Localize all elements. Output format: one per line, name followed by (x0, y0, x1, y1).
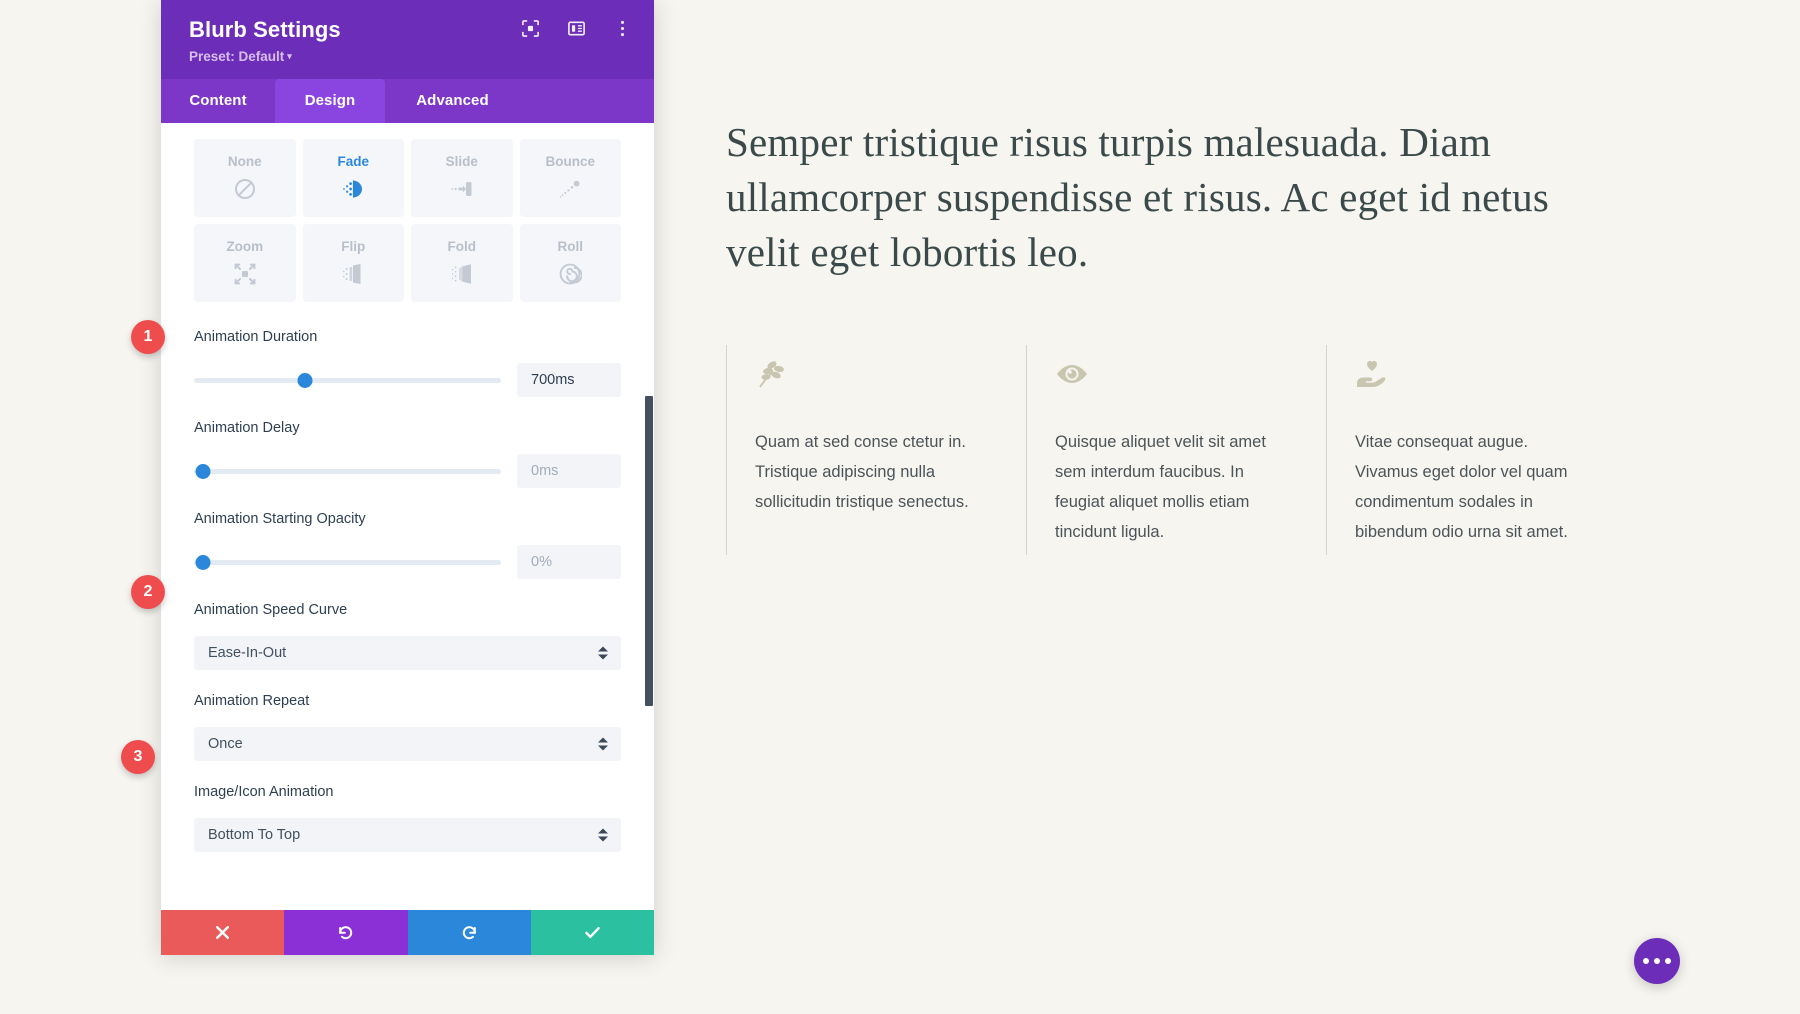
field-label: Animation Delay (194, 420, 300, 436)
animation-style-flip[interactable]: Flip (302, 224, 404, 302)
field-animation-duration: Animation Duration 700ms (194, 328, 621, 397)
flip-icon (339, 260, 367, 288)
animation-style-label: Roll (557, 238, 584, 254)
animation-duration-value[interactable]: 700ms (517, 363, 621, 397)
animation-style-roll[interactable]: Roll (519, 224, 621, 302)
more-options-icon[interactable] (612, 18, 632, 38)
panel-tabs: Content Design Advanced (161, 79, 654, 123)
animation-style-label: Fold (447, 238, 477, 254)
callout-badge-3: 3 (121, 740, 155, 774)
callout-badge-1: 1 (131, 320, 165, 354)
panel-body: None Fade Slide Bounce Zoom Flip Fold Ro… (161, 123, 654, 910)
blurb-row: Quam at sed conse ctetur in. Tristique a… (726, 345, 1596, 555)
tab-design[interactable]: Design (275, 79, 385, 123)
slider-knob[interactable] (195, 554, 211, 570)
blurb-item: Quam at sed conse ctetur in. Tristique a… (726, 345, 1026, 555)
hand-holding-heart-icon (1355, 357, 1586, 391)
animation-repeat-select[interactable]: Once (194, 727, 621, 761)
preset-label: Preset: Default (189, 49, 285, 64)
blurb-item: Vitae consequat augue. Vivamus eget dolo… (1326, 345, 1626, 555)
three-dots-icon (1665, 958, 1671, 964)
panel-footer (161, 910, 654, 955)
panel-header: Blurb Settings Preset: Default ▾ (161, 0, 654, 79)
animation-duration-slider[interactable] (194, 371, 501, 389)
animation-style-fold[interactable]: Fold (411, 224, 513, 302)
slider-track (194, 559, 501, 565)
animation-style-fade[interactable]: Fade (302, 139, 404, 217)
chevron-down-icon: ▾ (287, 51, 292, 61)
undo-arrow-icon (336, 923, 355, 942)
animation-style-slide[interactable]: Slide (411, 139, 513, 217)
animation-style-label: Fade (337, 153, 369, 169)
animation-style-bounce[interactable]: Bounce (519, 139, 621, 217)
redo-arrow-icon (460, 923, 479, 942)
slider-track (194, 377, 501, 383)
page-content: Semper tristique risus turpis malesuada.… (726, 0, 1726, 1014)
slider-track (194, 468, 501, 474)
animation-style-label: Zoom (226, 238, 264, 254)
field-animation-delay: Animation Delay 0ms (194, 419, 621, 488)
field-animation-starting-opacity: Animation Starting Opacity 0% (194, 510, 621, 579)
field-label: Animation Starting Opacity (194, 511, 366, 527)
bounce-icon (556, 175, 584, 203)
blurb-settings-panel: Blurb Settings Preset: Default ▾ Content… (161, 0, 654, 955)
field-animation-repeat: Animation Repeat Once (194, 692, 621, 761)
field-label: Image/Icon Animation (194, 784, 334, 800)
blurb-text: Vitae consequat augue. Vivamus eget dolo… (1355, 433, 1568, 541)
tab-content[interactable]: Content (161, 79, 275, 123)
page-settings-fab[interactable] (1634, 938, 1680, 984)
panel-header-icons (520, 18, 632, 38)
field-label: Animation Repeat (194, 693, 310, 709)
animation-style-label: Slide (445, 153, 478, 169)
cancel-button[interactable] (161, 910, 285, 955)
tab-advanced[interactable]: Advanced (385, 79, 520, 123)
field-label: Animation Duration (194, 329, 318, 345)
callout-badge-2: 2 (131, 575, 165, 609)
blurb-text: Quisque aliquet velit sit amet sem inter… (1055, 433, 1266, 541)
slider-knob[interactable] (297, 372, 313, 388)
animation-starting-opacity-slider[interactable] (194, 553, 501, 571)
leaf-branch-icon (755, 357, 986, 391)
slider-knob[interactable] (195, 463, 211, 479)
animation-style-zoom[interactable]: Zoom (194, 224, 296, 302)
fold-icon (448, 260, 476, 288)
preset-selector[interactable]: Preset: Default ▾ (189, 48, 626, 65)
fade-icon (339, 175, 367, 203)
save-button[interactable] (530, 910, 654, 955)
undo-button[interactable] (284, 910, 408, 955)
zoom-expand-icon (231, 260, 259, 288)
animation-style-label: None (227, 153, 262, 169)
screen-root: Semper tristique risus turpis malesuada.… (0, 0, 1800, 1014)
field-image-icon-animation: Image/Icon Animation Bottom To Top (194, 783, 621, 852)
panel-scrollbar[interactable] (645, 123, 654, 910)
page-heading: Semper tristique risus turpis malesuada.… (726, 119, 1549, 275)
close-x-icon (214, 924, 231, 941)
no-entry-icon (231, 175, 259, 203)
animation-style-grid: None Fade Slide Bounce Zoom Flip Fold Ro… (194, 139, 621, 302)
animation-starting-opacity-value[interactable]: 0% (517, 545, 621, 579)
field-label: Animation Speed Curve (194, 602, 348, 618)
animation-delay-slider[interactable] (194, 462, 501, 480)
animation-speed-curve-select[interactable]: Ease-In-Out (194, 636, 621, 670)
scrollbar-thumb[interactable] (645, 396, 653, 706)
checkmark-icon (583, 923, 602, 942)
three-dots-icon (1654, 958, 1660, 964)
animation-style-label: Flip (341, 238, 366, 254)
roll-spiral-icon (556, 260, 584, 288)
slide-icon (448, 175, 476, 203)
focus-icon[interactable] (520, 18, 540, 38)
blurb-text: Quam at sed conse ctetur in. Tristique a… (755, 433, 969, 511)
eye-icon (1055, 357, 1286, 391)
redo-button[interactable] (407, 910, 531, 955)
layout-panel-icon[interactable] (566, 18, 586, 38)
animation-style-label: Bounce (545, 153, 595, 169)
blurb-item: Quisque aliquet velit sit amet sem inter… (1026, 345, 1326, 555)
animation-delay-value[interactable]: 0ms (517, 454, 621, 488)
image-icon-animation-select[interactable]: Bottom To Top (194, 818, 621, 852)
three-dots-icon (1643, 958, 1649, 964)
animation-style-none[interactable]: None (194, 139, 296, 217)
field-animation-speed-curve: Animation Speed Curve Ease-In-Out (194, 601, 621, 670)
